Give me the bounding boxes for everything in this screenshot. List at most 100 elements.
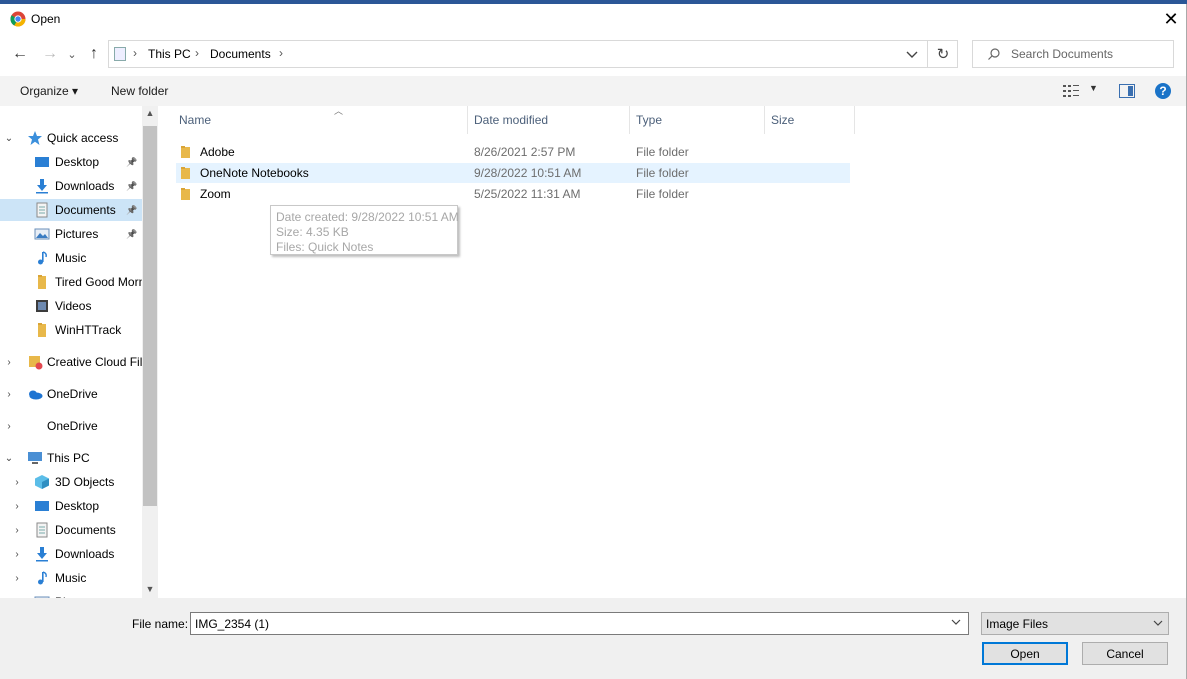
open-dialog: Open ✕ ← → ⌄ ↑ › This PC › Documents › ↻… [0, 4, 1187, 679]
breadcrumb-documents[interactable]: Documents [210, 47, 271, 61]
close-icon[interactable]: ✕ [1156, 4, 1186, 34]
nav-scrollbar[interactable]: ▲ ▼ [142, 106, 158, 598]
videos-icon [34, 298, 50, 314]
chevron-right-icon[interactable]: › [12, 573, 22, 584]
scroll-up-icon[interactable]: ▲ [142, 108, 158, 122]
sidebar-item-downloads[interactable]: › Downloads [0, 543, 142, 565]
breadcrumb-separator[interactable]: › [279, 46, 283, 60]
pin-icon: 📌 [126, 228, 138, 239]
sidebar-item-music[interactable]: › Music [0, 567, 142, 589]
caret-down-icon[interactable]: ▼ [1089, 83, 1098, 93]
chevron-down-icon[interactable]: ⌄ [4, 453, 14, 464]
sort-ascending-icon: ︿ [334, 106, 344, 116]
onedrive-icon [27, 386, 43, 402]
sidebar-item-onedrive[interactable]: › OneDrive [0, 415, 142, 437]
sidebar-item-winhttrack[interactable]: WinHTTrack [0, 319, 142, 341]
file-name: Adobe [200, 145, 235, 159]
this-pc-icon [114, 47, 126, 61]
column-header-type[interactable]: Type [630, 106, 765, 134]
sidebar-item-onedrive[interactable]: › OneDrive [0, 383, 142, 405]
sidebar-item-pictures[interactable]: ›Pictures [0, 591, 142, 598]
sidebar-item-desktop[interactable]: › Desktop [0, 495, 142, 517]
sidebar-item-label: Documents [55, 203, 116, 217]
sidebar-item-tired-good-morn[interactable]: Tired Good Morn [0, 271, 142, 293]
sidebar-item-3d-objects[interactable]: › 3D Objects [0, 471, 142, 493]
search-icon [988, 48, 1000, 60]
pictures-icon [34, 226, 50, 242]
breadcrumb-separator: › [133, 46, 137, 60]
breadcrumb-this-pc[interactable]: This PC [148, 47, 191, 61]
file-type: File folder [636, 166, 689, 180]
address-bar[interactable]: › This PC › Documents › ↻ [108, 40, 958, 68]
file-row-onenote-notebooks[interactable]: OneNote Notebooks 9/28/2022 10:51 AM Fil… [176, 163, 850, 183]
new-folder-button[interactable]: New folder [111, 84, 168, 98]
sidebar-item-quick-access[interactable]: ⌄ Quick access [0, 127, 142, 149]
sidebar-item-music[interactable]: Music [0, 247, 142, 269]
open-button[interactable]: Open [982, 642, 1068, 665]
file-name: Zoom [200, 187, 231, 201]
chevron-right-icon[interactable]: › [12, 525, 22, 536]
recent-locations-icon[interactable]: ⌄ [62, 44, 82, 64]
sidebar-item-label: OneDrive [47, 387, 98, 401]
chevron-down-icon [1153, 620, 1163, 626]
tooltip-size: Size: 4.35 KB [276, 225, 349, 239]
scroll-down-icon[interactable]: ▼ [142, 584, 158, 598]
search-box[interactable] [972, 40, 1174, 68]
forward-arrow-icon[interactable]: → [40, 44, 60, 64]
sidebar-item-desktop[interactable]: Desktop 📌 [0, 151, 142, 173]
chevron-right-icon[interactable]: › [4, 389, 14, 400]
tooltip-files: Files: Quick Notes [276, 240, 374, 254]
file-name-combobox[interactable] [190, 612, 969, 635]
sidebar-item-creative-cloud-fil[interactable]: › Creative Cloud Fil [0, 351, 142, 373]
file-name-input[interactable] [195, 616, 935, 631]
folder-icon [34, 274, 50, 290]
computer-icon [27, 450, 43, 466]
preview-pane-icon[interactable] [1119, 84, 1135, 98]
scroll-thumb[interactable] [143, 126, 157, 506]
chevron-right-icon[interactable]: › [4, 357, 14, 368]
sidebar-item-downloads[interactable]: Downloads 📌 [0, 175, 142, 197]
sidebar-item-pictures[interactable]: Pictures 📌 [0, 223, 142, 245]
sidebar-item-label: Videos [55, 299, 92, 313]
sidebar-item-videos[interactable]: Videos [0, 295, 142, 317]
sidebar-item-label: Music [55, 571, 87, 585]
file-row-zoom[interactable]: Zoom 5/25/2022 11:31 AM File folder [176, 184, 850, 204]
file-type-value: Image Files [986, 617, 1049, 631]
view-options-icon[interactable] [1063, 84, 1079, 98]
file-date: 5/25/2022 11:31 AM [474, 187, 581, 201]
cancel-button[interactable]: Cancel [1082, 642, 1168, 665]
help-icon[interactable]: ? [1155, 83, 1171, 99]
search-input[interactable] [1011, 46, 1166, 62]
chevron-down-icon[interactable] [904, 46, 920, 62]
chevron-down-icon[interactable] [951, 617, 961, 627]
refresh-icon[interactable]: ↻ [927, 41, 958, 67]
column-header-date-modified[interactable]: Date modified [468, 106, 630, 134]
organize-menu-button[interactable]: Organize ▾ [20, 84, 78, 98]
column-header-name[interactable]: Name ︿ [176, 106, 468, 134]
chevron-down-icon[interactable]: ⌄ [4, 133, 14, 144]
back-arrow-icon[interactable]: ← [10, 44, 30, 64]
folder-icon [181, 167, 190, 179]
creative-cloud-icon [27, 354, 43, 370]
music-icon [34, 250, 50, 266]
up-arrow-icon[interactable]: ↑ [84, 44, 104, 64]
sidebar-item-label: Quick access [47, 131, 119, 145]
column-header-label: Size [771, 113, 795, 127]
folder-tooltip: Date created: 9/28/2022 10:51 AM Size: 4… [270, 205, 459, 255]
music-icon [34, 570, 50, 586]
sidebar-item-this-pc[interactable]: ⌄ This PC [0, 447, 142, 469]
3d-objects-icon [34, 474, 50, 490]
sidebar-item-documents[interactable]: › Documents [0, 519, 142, 541]
sidebar-item-label: Tired Good Morn [55, 275, 142, 289]
sidebar-item-documents[interactable]: Documents 📌 [0, 199, 142, 221]
chevron-right-icon[interactable]: › [12, 549, 22, 560]
pin-icon: 📌 [126, 156, 138, 167]
chevron-right-icon[interactable]: › [12, 477, 22, 488]
file-type-select[interactable]: Image Files [981, 612, 1169, 635]
chevron-right-icon[interactable]: › [12, 501, 22, 512]
folder-icon [34, 322, 50, 338]
column-header-size[interactable]: Size [765, 106, 855, 134]
chevron-right-icon[interactable]: › [4, 421, 14, 432]
file-row-adobe[interactable]: Adobe 8/26/2021 2:57 PM File folder [176, 142, 850, 162]
star-icon [27, 130, 43, 146]
